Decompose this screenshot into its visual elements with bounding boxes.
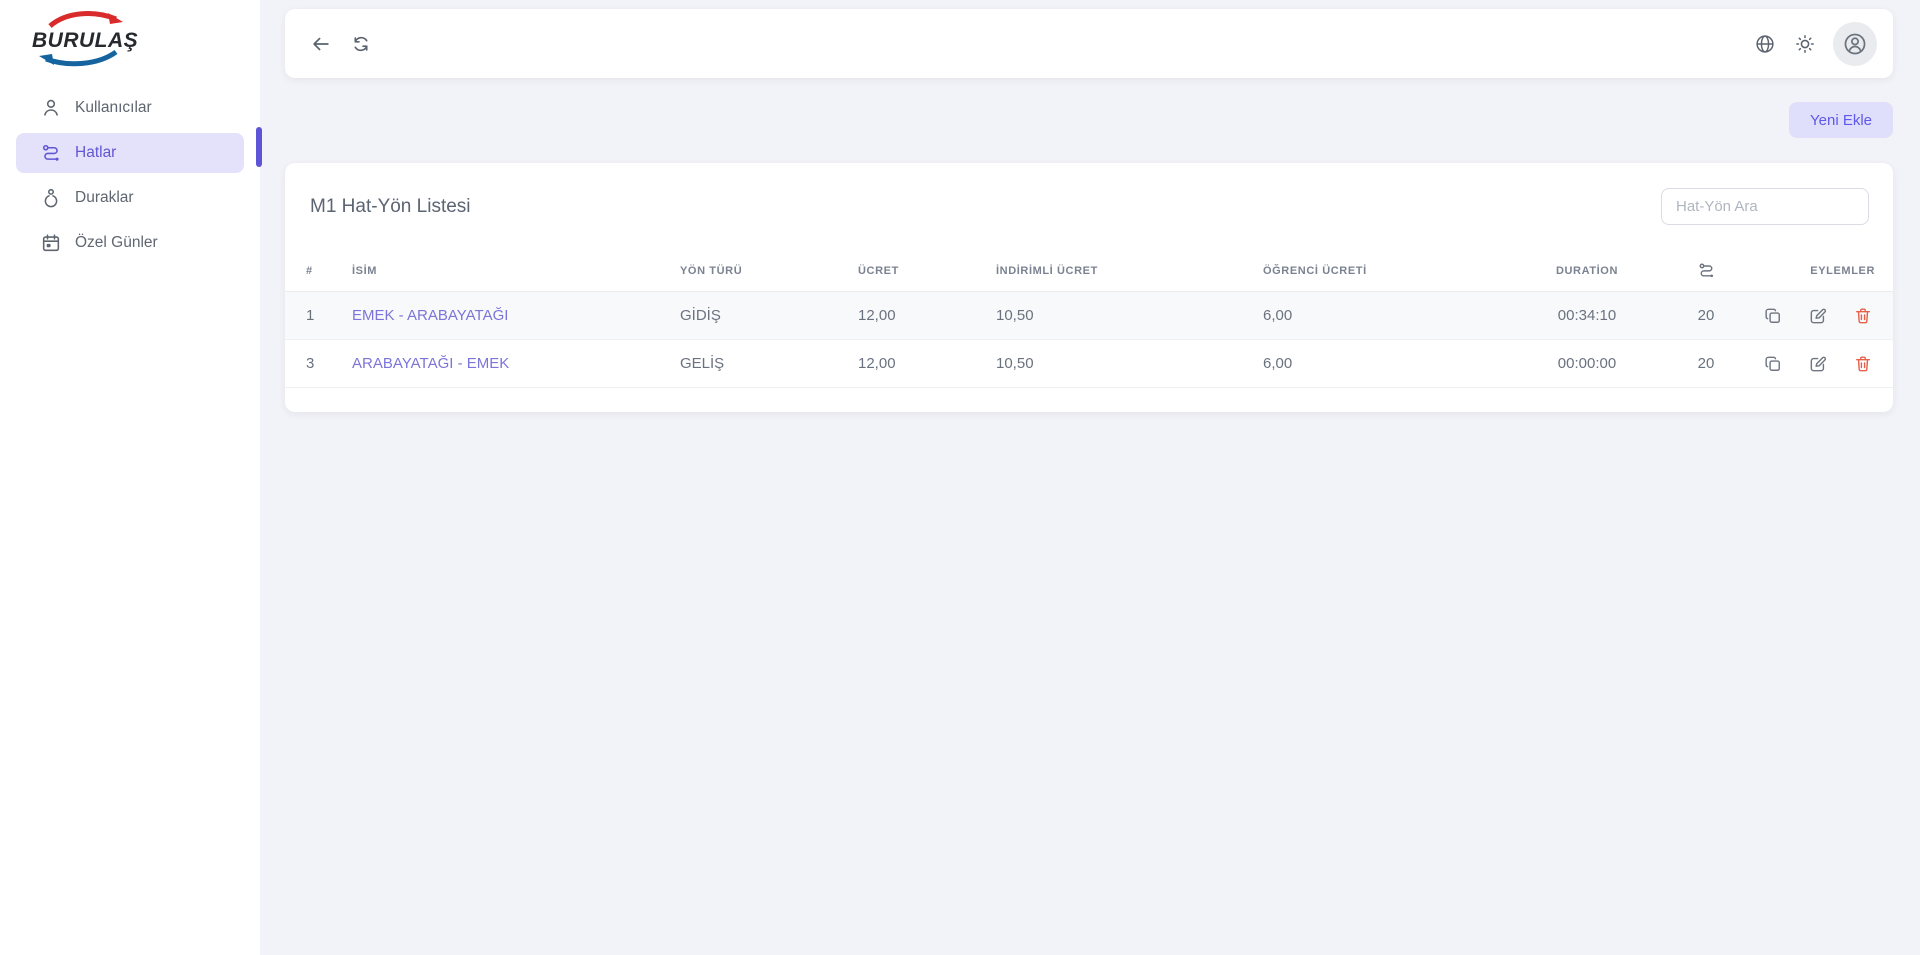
user-icon xyxy=(40,97,62,119)
sidebar-item-label: Özel Günler xyxy=(75,234,158,252)
table-row: 3 ARABAYATAĞI - EMEK GELİŞ 12,00 10,50 6… xyxy=(285,340,1893,388)
topbar xyxy=(285,9,1893,78)
copy-icon xyxy=(1763,306,1783,326)
refresh-icon xyxy=(350,33,372,55)
user-avatar-icon xyxy=(1842,31,1868,57)
row-student-fare: 6,00 xyxy=(1242,355,1504,372)
row-duration: 00:34:10 xyxy=(1504,307,1670,324)
delete-button[interactable] xyxy=(1853,354,1873,374)
sun-icon xyxy=(1794,33,1816,55)
sidebar-item-ozel-gunler[interactable]: Özel Günler xyxy=(16,223,244,263)
sidebar-item-label: Duraklar xyxy=(75,189,134,207)
row-count: 20 xyxy=(1670,307,1742,324)
burulas-logo[interactable]: BURULAŞ xyxy=(28,10,138,68)
edit-icon xyxy=(1808,306,1828,326)
edit-icon xyxy=(1808,354,1828,374)
route-icon xyxy=(40,142,62,164)
row-count: 20 xyxy=(1670,355,1742,372)
route-name-link[interactable]: EMEK - ARABAYATAĞI xyxy=(331,307,659,324)
calendar-icon xyxy=(40,232,62,254)
row-fare: 12,00 xyxy=(837,355,975,372)
column-header-student-fare: ÖĞRENCİ ÜCRETİ xyxy=(1242,265,1504,277)
active-route-indicator xyxy=(256,127,262,167)
copy-icon xyxy=(1763,354,1783,374)
edit-button[interactable] xyxy=(1808,354,1828,374)
sidebar-item-hatlar[interactable]: Hatlar xyxy=(16,133,244,173)
column-header-fare: ÜCRET xyxy=(837,265,975,277)
sidebar-item-duraklar[interactable]: Duraklar xyxy=(16,178,244,218)
row-discounted-fare: 10,50 xyxy=(975,307,1242,324)
row-direction: GİDİŞ xyxy=(659,307,837,324)
column-header-num: # xyxy=(285,265,331,277)
delete-icon xyxy=(1853,306,1873,326)
row-direction: GELİŞ xyxy=(659,355,837,372)
stop-pin-icon xyxy=(40,187,62,209)
search-input[interactable] xyxy=(1661,188,1869,225)
page-title: M1 Hat-Yön Listesi xyxy=(310,196,471,218)
row-discounted-fare: 10,50 xyxy=(975,355,1242,372)
edit-button[interactable] xyxy=(1808,306,1828,326)
card-header: M1 Hat-Yön Listesi xyxy=(285,163,1893,250)
add-new-button[interactable]: Yeni Ekle xyxy=(1789,102,1893,138)
delete-icon xyxy=(1853,354,1873,374)
brand-name: BURULAŞ xyxy=(32,29,138,53)
back-button[interactable] xyxy=(301,24,341,64)
column-header-discounted-fare: İNDİRİMLİ ÜCRET xyxy=(975,265,1242,277)
user-menu-button[interactable] xyxy=(1833,22,1877,66)
copy-button[interactable] xyxy=(1763,354,1783,374)
language-button[interactable] xyxy=(1745,24,1785,64)
column-header-name: İSİM xyxy=(331,265,659,277)
sidebar-item-kullanicilar[interactable]: Kullanıcılar xyxy=(16,88,244,128)
row-student-fare: 6,00 xyxy=(1242,307,1504,324)
sidebar-item-label: Hatlar xyxy=(75,144,116,162)
theme-toggle-button[interactable] xyxy=(1785,24,1825,64)
route-list-card: M1 Hat-Yön Listesi # İSİM YÖN TÜRÜ ÜCRET… xyxy=(285,163,1893,412)
sidebar-nav: Kullanıcılar Hatlar Duraklar xyxy=(0,88,260,263)
row-duration: 00:00:00 xyxy=(1504,355,1670,372)
route-icon xyxy=(1697,261,1716,280)
sidebar: BURULAŞ Kullanıcılar Hatlar xyxy=(0,0,260,955)
back-arrow-icon xyxy=(310,33,332,55)
row-num: 1 xyxy=(285,307,331,324)
route-name-link[interactable]: ARABAYATAĞI - EMEK xyxy=(331,355,659,372)
column-header-route xyxy=(1670,261,1742,280)
row-num: 3 xyxy=(285,355,331,372)
sidebar-item-label: Kullanıcılar xyxy=(75,99,152,117)
row-actions xyxy=(1742,354,1893,374)
delete-button[interactable] xyxy=(1853,306,1873,326)
table-header-row: # İSİM YÖN TÜRÜ ÜCRET İNDİRİMLİ ÜCRET ÖĞ… xyxy=(285,250,1893,292)
table-row: 1 EMEK - ARABAYATAĞI GİDİŞ 12,00 10,50 6… xyxy=(285,292,1893,340)
column-header-direction: YÖN TÜRÜ xyxy=(659,265,837,277)
copy-button[interactable] xyxy=(1763,306,1783,326)
refresh-button[interactable] xyxy=(341,24,381,64)
column-header-actions: EYLEMLER xyxy=(1742,265,1893,277)
column-header-duration: DURATİON xyxy=(1504,265,1670,277)
globe-icon xyxy=(1754,33,1776,55)
row-fare: 12,00 xyxy=(837,307,975,324)
row-actions xyxy=(1742,306,1893,326)
